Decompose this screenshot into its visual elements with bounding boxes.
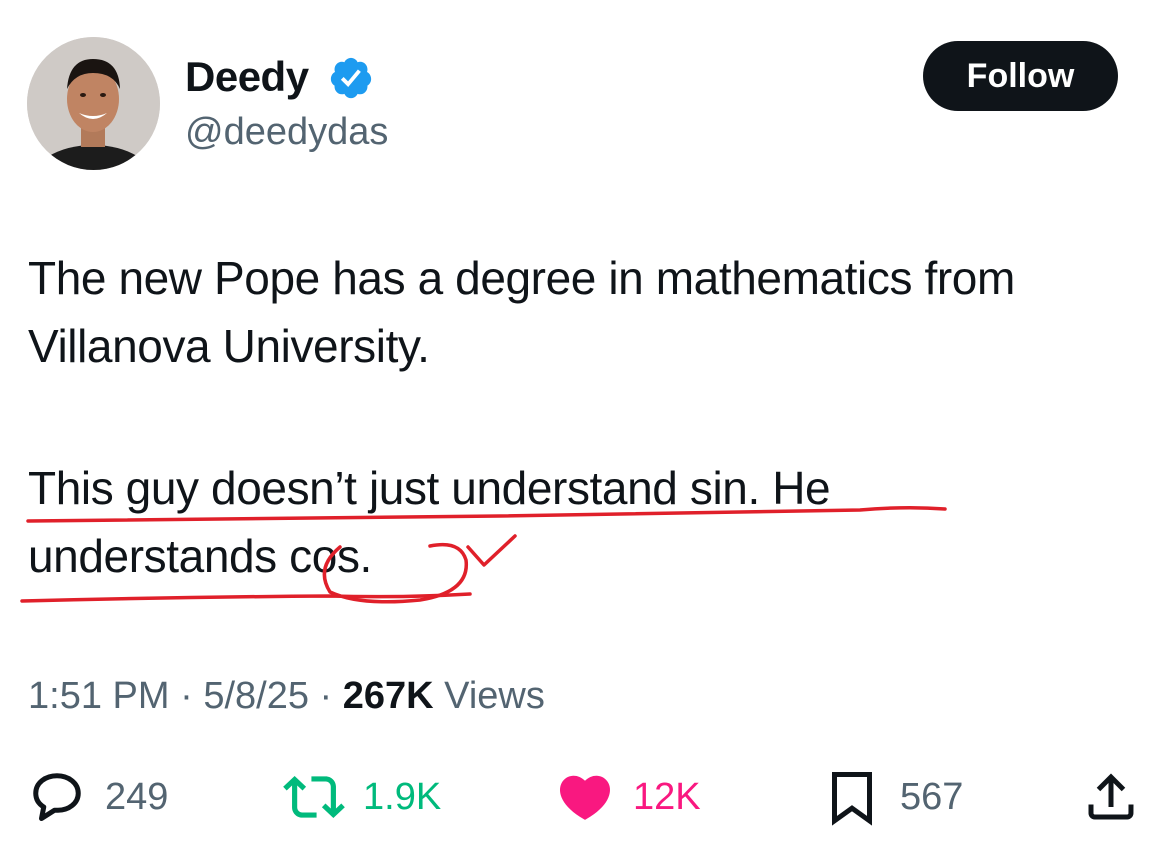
- tweet-paragraph-1: The new Pope has a degree in mathematics…: [28, 244, 1148, 380]
- red-pen-annotation: [20, 505, 947, 604]
- verified-badge-icon: [330, 57, 372, 99]
- bookmark-icon: [832, 772, 872, 826]
- views-count: 267K: [342, 675, 434, 717]
- display-name[interactable]: Deedy: [185, 53, 309, 101]
- meta-separator: ·: [180, 675, 193, 717]
- avatar[interactable]: [27, 37, 160, 170]
- share-button[interactable]: [1081, 765, 1141, 829]
- reply-icon: [33, 773, 81, 821]
- heart-filled-icon: [559, 775, 611, 820]
- repost-count: 1.9K: [363, 776, 442, 818]
- tweet-metadata: 1:51 PM · 5/8/25 · 267K Views: [28, 673, 545, 719]
- tweet-line: Villanova University.: [28, 320, 430, 372]
- repost-icon: [283, 776, 345, 818]
- tweet-line: understands cos.: [28, 530, 372, 582]
- tweet-line: The new Pope has a degree in mathematics…: [28, 252, 1015, 304]
- tweet-paragraph-2: This guy doesn’t just understand sin. He…: [28, 454, 1148, 590]
- share-icon: [1088, 773, 1134, 820]
- reply-button[interactable]: 249: [27, 765, 168, 829]
- bookmark-count: 567: [900, 776, 964, 818]
- tweet-time[interactable]: 1:51 PM: [28, 675, 170, 717]
- tweet-line: This guy doesn’t just understand sin. He: [28, 462, 831, 514]
- views-label: Views: [444, 675, 545, 717]
- tweet-date[interactable]: 5/8/25: [203, 675, 309, 717]
- like-button[interactable]: 12K: [555, 765, 701, 829]
- underline-line-2: [20, 592, 472, 603]
- meta-separator: ·: [319, 675, 333, 717]
- follow-button[interactable]: Follow: [923, 41, 1118, 111]
- like-count: 12K: [633, 776, 701, 818]
- reply-count: 249: [105, 776, 169, 818]
- avatar-image: [27, 37, 160, 170]
- user-handle[interactable]: @deedydas: [185, 110, 388, 154]
- repost-button[interactable]: 1.9K: [283, 765, 441, 829]
- bookmark-button[interactable]: 567: [822, 765, 963, 829]
